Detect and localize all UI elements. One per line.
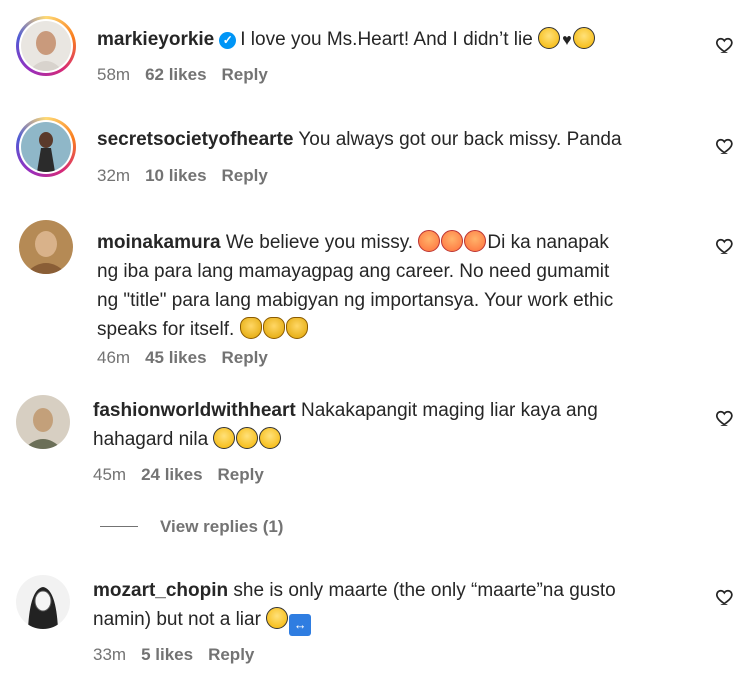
smiling-face-with-hearts-icon: [418, 230, 441, 252]
slightly-smiling-face-icon: [266, 607, 289, 629]
comment-meta: 45m 24 likes Reply: [93, 465, 279, 485]
comment-meta: 46m 45 likes Reply: [97, 348, 283, 368]
likes-count[interactable]: 5 likes: [141, 645, 193, 664]
comment-body-line3: ng "title" para lang mabigyan ng importa…: [97, 290, 614, 311]
comment-body: I love you Ms.Heart! And I didn’t lie: [240, 29, 533, 50]
comment-body-line2: hahagard nila: [93, 429, 209, 450]
comment-body-line4: speaks for itself.: [97, 319, 235, 340]
reply-button[interactable]: Reply: [218, 465, 264, 484]
avatar-story-ring[interactable]: [16, 16, 76, 76]
smiling-face-icon: [572, 27, 595, 49]
timestamp: 33m: [93, 645, 127, 664]
comment-body-line1b: Di ka nanapak: [487, 232, 609, 253]
username[interactable]: fashionworldwithheart: [93, 400, 296, 421]
verified-badge-icon: ✓: [219, 32, 237, 49]
comment-text: fashionworldwithheart Nakakapangit magin…: [93, 396, 693, 454]
likes-count[interactable]: 24 likes: [141, 465, 202, 484]
face-with-tears-of-joy-icon: [213, 427, 236, 449]
reply-button[interactable]: Reply: [222, 166, 268, 185]
comment-body-line1: Nakakapangit maging liar kaya ang: [300, 400, 598, 421]
avatar-story-ring[interactable]: [16, 117, 76, 177]
avatar-wrap[interactable]: [13, 392, 73, 452]
reply-button[interactable]: Reply: [222, 348, 268, 367]
heart-outline-icon[interactable]: [715, 35, 735, 55]
timestamp: 46m: [97, 348, 131, 367]
face-with-tears-of-joy-icon: [538, 27, 561, 49]
comment-body: You always got our back missy. Panda: [298, 129, 622, 150]
comment-text: moinakamura We believe you missy. Di ka …: [97, 228, 697, 344]
comment-meta: 58m 62 likes Reply: [97, 65, 283, 85]
reply-button[interactable]: Reply: [208, 645, 254, 664]
comment-body-line2: ng iba para lang mamayagpag ang career. …: [97, 261, 610, 282]
heart-outline-icon[interactable]: [715, 587, 735, 607]
black-heart-icon: ♥: [562, 32, 572, 49]
likes-count[interactable]: 45 likes: [145, 348, 206, 367]
face-with-tears-of-joy-icon: [236, 427, 259, 449]
view-replies-label: View replies (1): [160, 517, 284, 536]
username[interactable]: markieyorkie: [97, 29, 214, 50]
divider-line: [100, 526, 138, 527]
smiling-face-with-hearts-icon: [441, 230, 464, 252]
heart-outline-icon[interactable]: [715, 236, 735, 256]
smiling-face-with-hearts-icon: [464, 230, 487, 252]
comment-text: mozart_chopin she is only maarte (the on…: [93, 576, 693, 636]
username[interactable]: moinakamura: [97, 232, 221, 253]
view-replies-button[interactable]: View replies (1): [100, 517, 283, 537]
comment-body-line1: We believe you missy.: [225, 232, 414, 253]
timestamp: 32m: [97, 166, 131, 185]
reply-button[interactable]: Reply: [222, 65, 268, 84]
clapping-hands-icon: [262, 317, 285, 339]
avatar: [16, 395, 70, 449]
clapping-hands-icon: [285, 317, 308, 339]
likes-count[interactable]: 62 likes: [145, 65, 206, 84]
comment-body-line2: namin) but not a liar: [93, 609, 261, 630]
avatar-wrap[interactable]: [16, 217, 76, 277]
left-right-arrow-icon: ↔: [289, 614, 312, 636]
timestamp: 58m: [97, 65, 131, 84]
avatar-wrap[interactable]: [13, 572, 73, 632]
username[interactable]: secretsocietyofhearte: [97, 129, 293, 150]
avatar: [16, 575, 70, 629]
avatar: [21, 21, 71, 71]
clapping-hands-icon: [239, 317, 262, 339]
heart-outline-icon[interactable]: [715, 408, 735, 428]
comment-meta: 33m 5 likes Reply: [93, 645, 269, 665]
likes-count[interactable]: 10 likes: [145, 166, 206, 185]
comment-meta: 32m 10 likes Reply: [97, 166, 283, 186]
username[interactable]: mozart_chopin: [93, 580, 228, 601]
avatar: [21, 122, 71, 172]
face-with-tears-of-joy-icon: [259, 427, 282, 449]
timestamp: 45m: [93, 465, 127, 484]
comment-body-line1: she is only maarte (the only “maarte”na …: [233, 580, 616, 601]
comment-text: markieyorkie ✓ I love you Ms.Heart! And I …: [97, 25, 697, 55]
heart-outline-icon[interactable]: [715, 136, 735, 156]
avatar: [19, 220, 73, 274]
comment-text: secretsocietyofhearte You always got our…: [97, 125, 697, 154]
